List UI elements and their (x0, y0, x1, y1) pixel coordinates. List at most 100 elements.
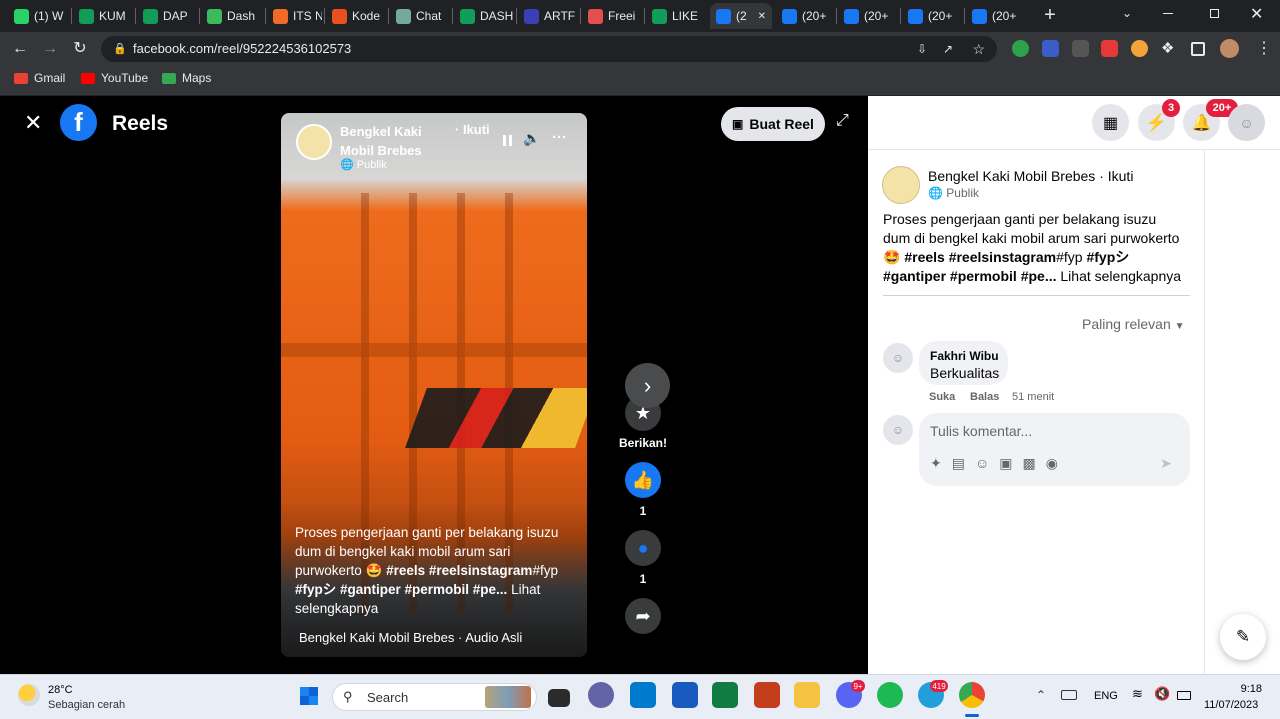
powerpoint-icon[interactable] (754, 682, 780, 708)
address-bar[interactable]: 🔒 facebook.com/reel/952224536102573 ⇩ ↗ … (101, 36, 997, 62)
comment-reply-link[interactable]: Balas (970, 391, 999, 403)
menu-grid-icon[interactable]: ▦ (1092, 104, 1129, 141)
share-arrow-icon[interactable]: ➦ (625, 598, 661, 634)
photo-icon[interactable]: ▣ (999, 455, 1012, 472)
clock-time[interactable]: 9:18 (1237, 683, 1262, 695)
account-avatar[interactable]: ☺ (1228, 104, 1265, 141)
bookmark-maps[interactable]: Maps (162, 71, 211, 85)
sticker-face-icon[interactable]: ◉ (1046, 455, 1058, 472)
my-avatar[interactable]: ☺ (883, 415, 913, 445)
spotify-icon[interactable] (877, 682, 903, 708)
keyboard-icon[interactable] (1061, 690, 1077, 700)
close-reels-icon[interactable]: ✕ (24, 110, 42, 136)
menu-kebab-icon[interactable]: ⋮ (1256, 38, 1272, 58)
extension-orange-icon[interactable] (1131, 40, 1148, 57)
browser-tab[interactable]: (20+ (966, 3, 1024, 29)
fullscreen-icon[interactable]: ⤢ (836, 112, 849, 130)
gif-icon[interactable]: ▩ (1023, 455, 1036, 472)
windows-start-icon[interactable] (298, 685, 320, 707)
sort-dropdown[interactable]: Paling relevan ▼ (1082, 316, 1185, 332)
next-reel-button[interactable]: › (625, 363, 670, 408)
pause-icon[interactable] (503, 135, 512, 146)
caption-tail[interactable]: #fyp (532, 563, 558, 578)
clock-date[interactable]: 11/07/2023 (1204, 699, 1258, 711)
battery-icon[interactable] (1177, 691, 1191, 700)
post-caption-tail[interactable]: #fyp (1056, 249, 1086, 265)
chrome-icon[interactable] (959, 682, 985, 708)
side-panel-icon[interactable] (1191, 42, 1205, 56)
extension-blue-icon[interactable] (1042, 40, 1059, 57)
extension-red-icon[interactable] (1101, 40, 1118, 57)
tray-chevron-icon[interactable]: ⌃ (1036, 688, 1046, 702)
back-icon[interactable]: ← (10, 39, 30, 59)
browser-tab[interactable]: Kode (326, 3, 386, 29)
tab-search-icon[interactable]: ⌄ (1122, 6, 1132, 20)
facebook-logo-icon[interactable]: f (60, 104, 97, 141)
emoji-icon[interactable]: ☺ (975, 455, 989, 472)
browser-tab[interactable]: KUM (73, 3, 133, 29)
browser-tab[interactable]: (20+ (776, 3, 834, 29)
browser-tab[interactable]: LIKE (646, 3, 706, 29)
browser-tab[interactable]: DASH (454, 3, 514, 29)
mute-icon[interactable]: 🔈 (523, 130, 540, 147)
weather-desc[interactable]: Sebagian cerah (48, 699, 125, 711)
minimize-icon[interactable] (1163, 13, 1173, 14)
browser-tab[interactable]: (1) W (8, 3, 68, 29)
browser-tab[interactable]: (2 ✕ (710, 3, 772, 29)
post-author-avatar[interactable] (882, 166, 920, 204)
commenter-avatar[interactable]: ☺ (883, 343, 913, 373)
extension-six-icon[interactable] (1072, 40, 1089, 57)
comment-icon[interactable]: ● (625, 530, 661, 566)
comment-like-link[interactable]: Suka (929, 391, 955, 403)
audio-label[interactable]: Bengkel Kaki Mobil Brebes · Audio Asli (299, 630, 522, 645)
post-see-more-link[interactable]: Lihat selengkapnya (1060, 268, 1181, 284)
close-window-icon[interactable]: ✕ (1250, 4, 1263, 24)
install-icon[interactable]: ⇩ (917, 36, 927, 62)
post-caption-hashtags[interactable]: #reels #reelsinstagram (904, 249, 1056, 265)
weather-icon[interactable] (18, 684, 40, 706)
browser-tab[interactable]: Chat (390, 3, 450, 29)
word-icon[interactable] (672, 682, 698, 708)
browser-tab[interactable]: DAP (137, 3, 197, 29)
browser-tab[interactable]: (20+ (902, 3, 962, 29)
bookmark-gmail[interactable]: Gmail (14, 71, 65, 85)
caption-hashtags-2[interactable]: #fypシ #gantiper #permobil #pe... (295, 582, 507, 597)
author-avatar[interactable] (296, 124, 332, 160)
excel-icon[interactable] (712, 682, 738, 708)
browser-tab[interactable]: (20+ (838, 3, 898, 29)
reel-video[interactable]: Bengkel Kaki Mobil Brebes · Ikuti 🌐 Publ… (281, 113, 587, 657)
volume-muted-icon[interactable]: 🔇 (1154, 686, 1170, 702)
language-indicator[interactable]: ENG (1094, 690, 1118, 702)
browser-tab[interactable]: Freei (582, 3, 642, 29)
weather-temp[interactable]: 28°C (48, 684, 73, 696)
forward-icon[interactable]: → (40, 39, 60, 59)
caption-hashtags[interactable]: #reels #reelsinstagram (386, 563, 532, 578)
task-view-icon[interactable] (548, 689, 570, 707)
close-tab-icon[interactable]: ✕ (758, 11, 766, 22)
avatar-sticker-icon[interactable]: ✦ (930, 455, 942, 472)
teams-icon[interactable] (588, 682, 614, 708)
new-tab-button[interactable]: + (1040, 4, 1060, 26)
bookmark-star-icon[interactable]: ☆ (972, 36, 985, 62)
taskbar-search[interactable]: ⚲ Search (332, 683, 537, 711)
new-message-button[interactable]: ✎ (1220, 614, 1266, 660)
sticker-icon[interactable]: ▤ (952, 455, 965, 472)
author-name[interactable]: Bengkel Kaki Mobil Brebes (340, 122, 450, 160)
like-thumb-icon[interactable]: 👍 (625, 462, 661, 498)
comment-input[interactable]: Tulis komentar... (930, 423, 1032, 439)
vscode-icon[interactable] (630, 682, 656, 708)
reload-icon[interactable]: ↻ (70, 39, 90, 59)
extension-green-icon[interactable] (1012, 40, 1029, 57)
wifi-icon[interactable]: ≋ (1132, 686, 1143, 702)
file-explorer-icon[interactable] (794, 682, 820, 708)
follow-link[interactable]: · Ikuti (455, 122, 490, 137)
commenter-name[interactable]: Fakhri Wibu (930, 349, 999, 363)
extensions-puzzle-icon[interactable]: ❖ (1161, 40, 1178, 57)
create-reel-button[interactable]: ▣ Buat Reel (721, 107, 825, 141)
send-icon[interactable]: ➤ (1160, 455, 1172, 472)
bookmark-youtube[interactable]: YouTube (81, 71, 148, 85)
browser-tab[interactable]: ITS N (267, 3, 322, 29)
share-icon[interactable]: ↗ (943, 36, 953, 62)
browser-tab[interactable]: ARTF (518, 3, 578, 29)
browser-tab[interactable]: Dash (201, 3, 263, 29)
